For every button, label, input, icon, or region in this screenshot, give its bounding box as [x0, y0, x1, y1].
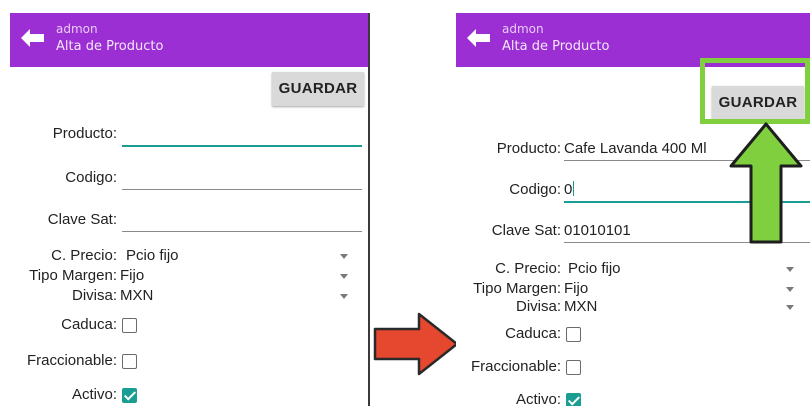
producto-label: Producto: [52, 125, 117, 142]
chevron-down-icon[interactable] [340, 254, 348, 259]
precio-label: C. Precio: [495, 260, 561, 277]
codigo-label: Codigo: [65, 169, 117, 186]
producto-field[interactable] [122, 125, 362, 147]
app-title: Alta de Producto [502, 39, 610, 54]
text-cursor [573, 181, 575, 196]
app-user-name: admon [502, 22, 544, 36]
margen-select[interactable]: Fijo [564, 280, 588, 297]
chevron-down-icon[interactable] [786, 287, 794, 292]
chevron-down-icon[interactable] [340, 274, 348, 279]
arrow-right-icon [373, 312, 459, 376]
save-button-highlight [700, 58, 810, 124]
app-user-name: admon [56, 22, 98, 36]
margen-label: Tipo Margen: [473, 280, 561, 297]
precio-select[interactable]: Pcio fijo [126, 247, 179, 264]
codigo-value: 0 [564, 181, 573, 198]
clave-sat-label: Clave Sat: [491, 222, 561, 239]
activo-label: Activo: [71, 386, 117, 403]
fraccionable-label: Fraccionable: [26, 352, 117, 369]
clave-sat-label: Clave Sat: [47, 211, 117, 228]
divisa-select[interactable]: MXN [564, 298, 597, 315]
precio-label: C. Precio: [51, 247, 117, 264]
fraccionable-checkbox[interactable] [566, 360, 581, 375]
caduca-label: Caduca: [61, 316, 117, 333]
margen-select[interactable]: Fijo [120, 267, 144, 284]
save-button[interactable]: GUARDAR [272, 72, 364, 106]
divisa-label: Divisa: [515, 298, 561, 315]
activo-checkbox[interactable] [122, 388, 137, 403]
clave-sat-field[interactable] [122, 211, 362, 232]
chevron-down-icon[interactable] [340, 294, 348, 299]
arrow-left-icon[interactable] [19, 27, 45, 49]
caduca-checkbox[interactable] [566, 327, 581, 342]
chevron-down-icon[interactable] [786, 267, 794, 272]
margen-label: Tipo Margen: [29, 267, 117, 284]
codigo-label: Codigo: [509, 181, 561, 198]
arrow-up-icon [729, 122, 803, 244]
activo-checkbox[interactable] [566, 393, 581, 406]
fraccionable-label: Fraccionable: [470, 358, 561, 375]
divisa-label: Divisa: [71, 287, 117, 304]
app-bar: admon Alta de Producto [10, 13, 368, 67]
caduca-checkbox[interactable] [122, 318, 137, 333]
precio-select[interactable]: Pcio fijo [568, 260, 621, 277]
chevron-down-icon[interactable] [786, 305, 794, 310]
fraccionable-checkbox[interactable] [122, 354, 137, 369]
codigo-field[interactable] [122, 169, 362, 190]
app-title: Alta de Producto [56, 39, 164, 54]
producto-label: Producto: [496, 140, 561, 157]
divisa-select[interactable]: MXN [120, 287, 153, 304]
arrow-left-icon[interactable] [465, 27, 491, 49]
screen-before: admon Alta de Producto GUARDAR Producto:… [10, 13, 370, 406]
caduca-label: Caduca: [505, 325, 561, 342]
activo-label: Activo: [515, 391, 561, 406]
